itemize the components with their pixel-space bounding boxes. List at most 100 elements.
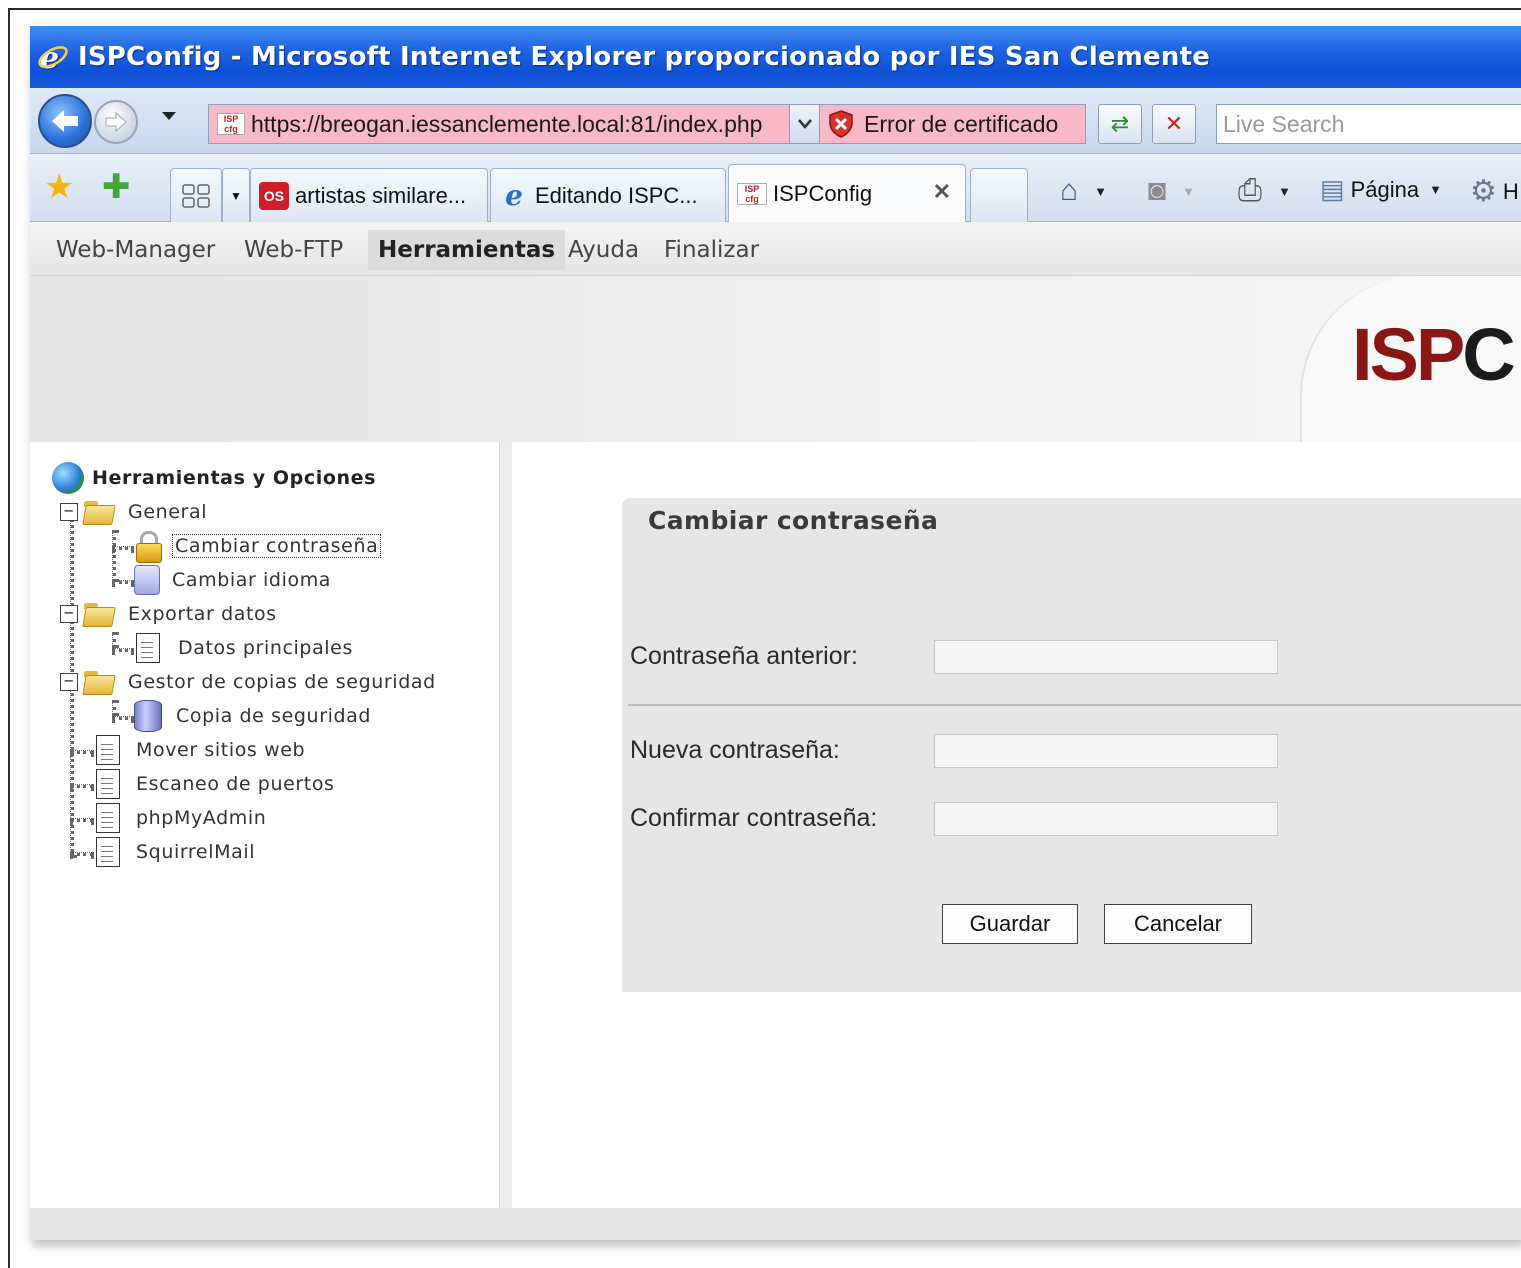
tree-item-mover-sitios[interactable]: Mover sitios web — [96, 734, 305, 766]
menu-web-ftp[interactable]: Web-FTP — [234, 230, 353, 270]
language-icon — [134, 565, 160, 595]
document-icon — [96, 837, 120, 867]
caret-down-icon[interactable]: ▼ — [1094, 184, 1107, 199]
tab-list-dropdown[interactable]: ▼ — [222, 168, 250, 222]
lock-icon — [136, 531, 162, 563]
quick-tabs-button[interactable] — [170, 168, 222, 222]
ispconfig-page: Web-Manager Web-FTP Herramientas Ayuda F… — [30, 222, 1521, 1240]
close-icon: ✕ — [1164, 111, 1184, 137]
ie-logo-icon: e — [38, 41, 68, 74]
forward-button[interactable] — [94, 100, 138, 144]
confirm-password-field[interactable] — [934, 802, 1278, 836]
old-password-field[interactable] — [934, 640, 1278, 674]
tools-tree: Herramientas y Opciones − General Cambia… — [30, 442, 499, 1208]
tab-editando[interactable]: e Editando ISPC... — [490, 168, 726, 222]
chevron-down-icon[interactable] — [789, 105, 819, 143]
refresh-button[interactable]: ⇄ — [1098, 104, 1142, 144]
ie-icon: e — [505, 179, 523, 212]
add-favorites-icon[interactable]: ✚ — [102, 170, 131, 204]
tree-folder-exportar[interactable]: − Exportar datos — [60, 598, 277, 630]
new-tab-button[interactable] — [970, 168, 1028, 222]
tree-connector — [112, 700, 116, 716]
url-text: https://breogan.iessanclemente.local:81/… — [251, 110, 763, 137]
menu-ayuda[interactable]: Ayuda — [558, 230, 649, 270]
tree-item-datos-principales[interactable]: Datos principales — [136, 632, 353, 664]
close-tab-icon[interactable]: ✕ — [933, 179, 951, 205]
tree-connector — [112, 580, 134, 584]
menu-finalizar[interactable]: Finalizar — [654, 230, 769, 270]
header-banner: ISPC — [30, 276, 1521, 442]
form-title: Cambiar contraseña — [648, 506, 939, 535]
tools-menu-label: H — [1502, 178, 1519, 204]
page-menu-label: Página — [1350, 176, 1420, 202]
save-button[interactable]: Guardar — [942, 904, 1078, 944]
tree-item-phpmyadmin[interactable]: phpMyAdmin — [96, 802, 266, 834]
old-password-label: Contraseña anterior: — [630, 642, 858, 670]
feeds-button[interactable]: ◙ ▼ — [1148, 174, 1195, 208]
tree-item-cambiar-contrasena[interactable]: Cambiar contraseña — [136, 530, 382, 563]
search-input[interactable]: Live Search — [1216, 104, 1521, 144]
tools-menu-button[interactable]: ⚙ H — [1470, 174, 1519, 209]
certificate-error-label: Error de certificado — [864, 110, 1059, 137]
caret-down-icon[interactable]: ▼ — [1429, 182, 1442, 197]
print-button[interactable]: ⎙ ▼ — [1238, 174, 1291, 208]
arrow-left-icon — [52, 110, 78, 132]
address-bar: ISP cfg https://breogan.iessanclemente.lo… — [30, 88, 1521, 154]
gear-icon: ⚙ — [1470, 175, 1497, 208]
address-field[interactable]: ISP cfg https://breogan.iessanclemente.lo… — [208, 104, 820, 144]
favorites-star-icon[interactable]: ★ — [44, 170, 74, 204]
page-icon: ▤ — [1320, 174, 1345, 204]
tree-label: SquirrelMail — [136, 841, 256, 863]
title-bar: e ISPConfig - Microsoft Internet Explore… — [30, 26, 1521, 88]
search-placeholder: Live Search — [1223, 111, 1345, 137]
stop-button[interactable]: ✕ — [1152, 104, 1196, 144]
caret-down-icon: ▼ — [230, 188, 242, 203]
tree-connector — [70, 750, 94, 754]
home-button[interactable]: ⌂ ▼ — [1060, 174, 1107, 208]
collapse-icon[interactable]: − — [60, 605, 78, 623]
cancel-button[interactable]: Cancelar — [1104, 904, 1252, 944]
tree-connector — [112, 530, 116, 582]
tab-lastfm[interactable]: OS artistas similare... — [250, 168, 488, 222]
tab-label: ISPConfig — [773, 180, 873, 206]
window-title: ISPConfig - Microsoft Internet Explorer … — [78, 42, 1211, 72]
menu-web-manager[interactable]: Web-Manager — [46, 230, 225, 270]
tree-label: Mover sitios web — [136, 739, 306, 761]
tree-folder-gestor-copias[interactable]: − Gestor de copias de seguridad — [60, 666, 436, 698]
caret-down-icon[interactable]: ▼ — [1182, 184, 1195, 199]
confirm-password-label: Confirmar contraseña: — [630, 804, 878, 832]
tree-root[interactable]: Herramientas y Opciones — [52, 462, 376, 494]
collapse-icon[interactable]: − — [60, 503, 78, 521]
tree-connector — [112, 546, 134, 550]
document-icon — [96, 803, 120, 833]
site-favicon-icon: ISP cfg — [217, 113, 245, 135]
history-dropdown-icon[interactable] — [162, 112, 176, 120]
tree-connector — [70, 784, 94, 788]
tab-ispconfig[interactable]: ISP cfg ISPConfig ✕ — [728, 164, 966, 222]
document-icon — [96, 735, 120, 765]
tree-item-escaneo-puertos[interactable]: Escaneo de puertos — [96, 768, 335, 800]
back-button[interactable] — [38, 94, 92, 148]
certificate-error-button[interactable]: Error de certificado — [820, 104, 1086, 144]
menu-herramientas[interactable]: Herramientas — [368, 230, 566, 270]
sidebar: Herramientas y Opciones − General Cambia… — [30, 442, 500, 1208]
arrow-right-icon — [105, 111, 127, 133]
collapse-icon[interactable]: − — [60, 673, 78, 691]
tab-bar: ★ ✚ ▼ OS artistas similare... e Editando… — [30, 154, 1521, 222]
folder-icon — [82, 499, 116, 525]
tree-root-label: Herramientas y Opciones — [92, 467, 377, 489]
page-menu-button[interactable]: ▤ Página ▼ — [1320, 174, 1442, 205]
tree-folder-general[interactable]: − General — [60, 496, 207, 528]
tree-item-squirrelmail[interactable]: SquirrelMail — [96, 836, 255, 868]
new-password-field[interactable] — [934, 734, 1278, 768]
tab-label: Editando ISPC... — [535, 182, 698, 208]
caret-down-icon[interactable]: ▼ — [1278, 184, 1291, 199]
tree-connector — [70, 818, 94, 822]
document-icon — [96, 769, 120, 799]
change-password-form: Cambiar contraseña Contraseña anterior: … — [622, 498, 1521, 992]
tree-item-cambiar-idioma[interactable]: Cambiar idioma — [134, 564, 331, 596]
ispconfig-logo: ISPC — [1352, 313, 1516, 396]
tree-connector — [70, 852, 94, 856]
tree-label: General — [128, 501, 208, 523]
tree-item-copia-seguridad[interactable]: Copia de seguridad — [134, 700, 371, 732]
